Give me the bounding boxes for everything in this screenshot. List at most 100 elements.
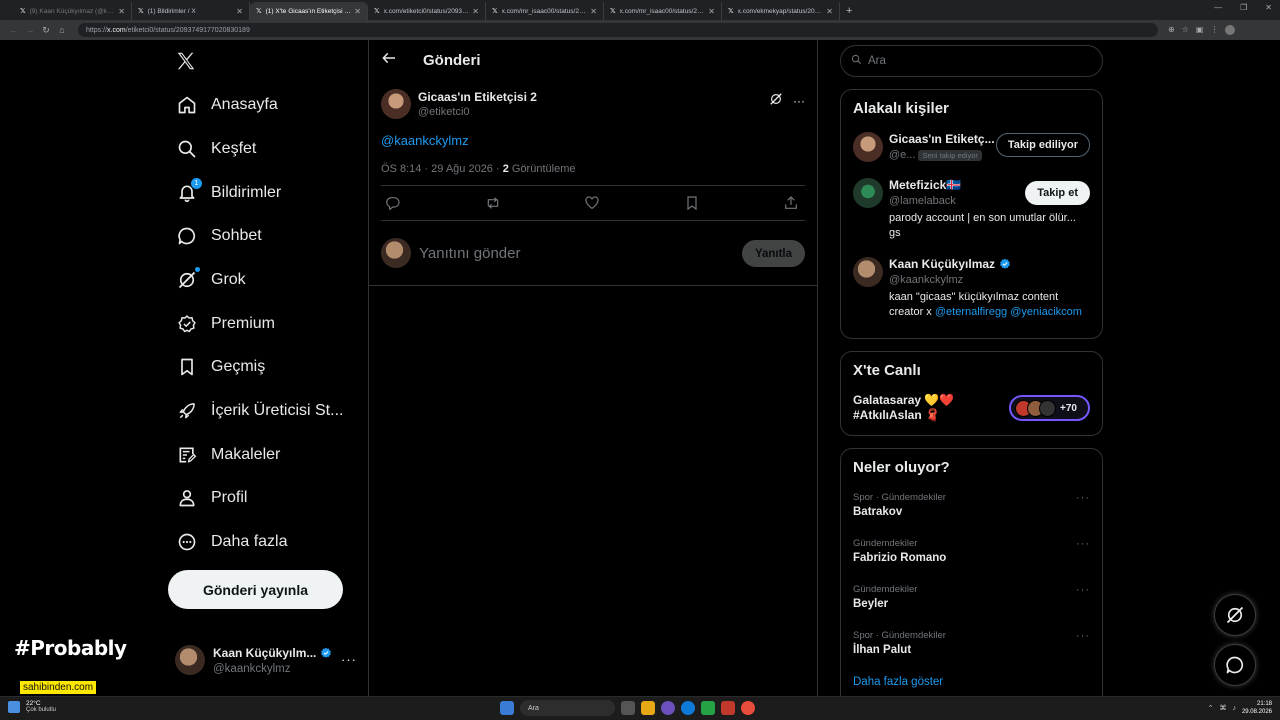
close-tab-icon[interactable]: ✕ — [590, 7, 597, 16]
reply-icon[interactable] — [383, 193, 403, 213]
author-avatar[interactable] — [381, 89, 411, 119]
mention-link[interactable]: @yeniacikcom — [1010, 306, 1082, 318]
chrome-icon[interactable] — [741, 701, 755, 715]
menu-icon[interactable]: ⋮ — [1210, 25, 1218, 35]
new-tab-button[interactable]: + — [846, 2, 852, 20]
browser-tab[interactable]: 𝕏 (1) Bildirimler / X ✕ — [132, 2, 250, 20]
close-tab-icon[interactable]: ✕ — [472, 7, 479, 16]
forward-icon[interactable]: → — [22, 25, 38, 35]
list-item[interactable]: Kaan Küçükyılmaz @kaankckylmz kaan "gica… — [841, 257, 1102, 320]
nav-item-more[interactable]: Daha fazla — [165, 522, 288, 562]
live-participants[interactable]: +70 — [1009, 395, 1090, 421]
browser-tab[interactable]: 𝕏x.com/mr_isaac00/status/20937526✕ — [604, 2, 722, 20]
app-icon[interactable] — [661, 701, 675, 715]
close-tab-icon[interactable]: ✕ — [708, 7, 715, 16]
zoom-icon[interactable]: ⊕ — [1168, 25, 1175, 35]
bookmark-icon — [177, 357, 197, 377]
nav-item-profile[interactable]: Profil — [165, 478, 247, 518]
browser-tab-active[interactable]: 𝕏(1) X'te Gicaas'ın Etiketçisi 2: "@kaan… — [250, 2, 368, 20]
post-more-icon[interactable]: ··· — [793, 94, 805, 108]
mention-link[interactable]: @eternalfiregg — [935, 306, 1007, 318]
list-item[interactable]: Gicaas'ın Etiketç... @e... Seni takip edi… — [841, 132, 1102, 162]
file-explorer-icon[interactable] — [641, 701, 655, 715]
share-icon[interactable] — [781, 193, 801, 213]
x-logo-icon[interactable] — [175, 50, 197, 79]
follow-button[interactable]: Takip et — [1025, 181, 1090, 205]
address-bar: ← → ↻ ⌂ https://x.com/etiketci0/status/2… — [0, 20, 1280, 40]
browser-tab[interactable]: 𝕏x.com/ekmekyap/status/20937566✕ — [722, 2, 840, 20]
network-icon[interactable]: ⌘ — [1219, 704, 1226, 712]
minimize-icon[interactable]: — — [1214, 3, 1222, 12]
trend-item[interactable]: Gündemdekiler Fabrizio Romano ··· — [841, 538, 1102, 584]
show-more-link[interactable]: Daha fazla göster — [841, 676, 1102, 688]
volume-icon[interactable]: ♪ — [1232, 705, 1236, 712]
back-arrow-icon[interactable] — [381, 50, 411, 71]
reply-composer: Yanıtını gönder Yanıtla — [369, 221, 817, 286]
repost-icon[interactable] — [483, 193, 503, 213]
trend-item[interactable]: Gündemdekiler Beyler ··· — [841, 584, 1102, 630]
taskbar-search[interactable]: Ara — [520, 700, 615, 716]
reply-input[interactable]: Yanıtını gönder — [419, 245, 520, 262]
clock[interactable]: 21:18 29.08.2026 — [1242, 700, 1272, 716]
close-window-icon[interactable]: ✕ — [1265, 3, 1272, 12]
bookmark-post-icon[interactable] — [682, 193, 702, 213]
close-tab-icon[interactable]: ✕ — [236, 7, 243, 16]
author-handle[interactable]: @etiketci0 — [418, 106, 537, 118]
list-item[interactable]: Metefizick🇮🇸 @lamelaback parody account … — [841, 178, 1102, 241]
task-view-icon[interactable] — [621, 701, 635, 715]
author-name[interactable]: Gicaas'ın Etiketçisi 2 — [418, 90, 537, 104]
chat-icon — [177, 226, 197, 246]
browser-tab[interactable]: 𝕏(9) Kaan Küçükyılmaz (@kaankckylmz)✕ — [14, 2, 132, 20]
edge-icon[interactable] — [681, 701, 695, 715]
maximize-icon[interactable]: ❐ — [1240, 3, 1247, 12]
nav-item-articles[interactable]: Makaleler — [165, 435, 280, 475]
browser-tab[interactable]: 𝕏x.com/etiketci0/status/2093749617702083… — [368, 2, 486, 20]
post-actions — [381, 186, 805, 221]
search-input[interactable]: Ara — [840, 45, 1103, 77]
app-icon[interactable] — [721, 701, 735, 715]
app-icon[interactable] — [701, 701, 715, 715]
grok-fab-button[interactable] — [1214, 594, 1256, 636]
grok-explain-icon[interactable] — [769, 92, 783, 109]
following-button[interactable]: Takip ediliyor — [995, 133, 1090, 157]
chat-fab-button[interactable] — [1214, 644, 1256, 686]
close-tab-icon[interactable]: ✕ — [826, 7, 833, 16]
start-icon[interactable] — [500, 701, 514, 715]
home-browser-icon[interactable]: ⌂ — [54, 25, 70, 35]
url-field[interactable]: https://x.com/etiketci0/status/209374917… — [78, 23, 1158, 37]
trend-item[interactable]: Spor · Gündemdekiler İlhan Palut ··· — [841, 630, 1102, 676]
trend-more-icon[interactable]: ··· — [1076, 630, 1090, 642]
trend-more-icon[interactable]: ··· — [1076, 538, 1090, 550]
taskbar-apps: Ara — [500, 700, 755, 716]
account-more-icon[interactable]: ··· — [341, 652, 357, 667]
nav-item-chat[interactable]: Sohbet — [165, 216, 262, 256]
trend-more-icon[interactable]: ··· — [1076, 584, 1090, 596]
post-timestamp[interactable]: ÖS 8:14 · 29 Ağu 2026 · — [381, 163, 503, 175]
close-tab-icon[interactable]: ✕ — [118, 7, 125, 16]
nav-item-notifications[interactable]: 1 Bildirimler — [165, 173, 281, 213]
close-tab-icon[interactable]: ✕ — [354, 7, 361, 16]
browser-profile-avatar[interactable] — [1225, 25, 1236, 35]
weather-widget[interactable]: 22°C Çok bulutlu — [8, 700, 56, 713]
extensions-icon[interactable]: ▣ — [1196, 25, 1204, 35]
star-icon[interactable]: ☆ — [1182, 25, 1189, 35]
nav-item-creator-studio[interactable]: İçerik Üreticisi St... — [165, 391, 343, 431]
post-text[interactable]: @kaankckylmz — [381, 133, 805, 148]
live-item[interactable]: Galatasaray 💛❤️ #AtkılıAslan 🧣 +70 — [841, 379, 1102, 423]
live-title: X'te Canlı — [853, 362, 921, 379]
trend-item[interactable]: Spor · Gündemdekiler Batrakov ··· — [841, 492, 1102, 538]
trend-more-icon[interactable]: ··· — [1076, 492, 1090, 504]
nav-item-premium[interactable]: Premium — [165, 304, 275, 344]
nav-item-explore[interactable]: Keşfet — [165, 129, 256, 169]
back-icon[interactable]: ← — [6, 25, 22, 35]
reload-icon[interactable]: ↻ — [38, 25, 54, 36]
nav-item-grok[interactable]: Grok — [165, 260, 246, 300]
like-icon[interactable] — [582, 193, 602, 213]
tray-chevron-icon[interactable]: ⌃ — [1208, 704, 1214, 712]
nav-item-bookmarks[interactable]: Geçmiş — [165, 347, 265, 387]
post-button[interactable]: Gönderi yayınla — [168, 570, 343, 609]
browser-tab[interactable]: 𝕏x.com/mr_isaac00/status/20937526✕ — [486, 2, 604, 20]
reply-button[interactable]: Yanıtla — [742, 240, 805, 267]
account-switcher[interactable]: Kaan Küçükyılm... @kaankckylmz ··· — [175, 640, 365, 680]
nav-item-home[interactable]: Anasayfa — [165, 85, 278, 125]
